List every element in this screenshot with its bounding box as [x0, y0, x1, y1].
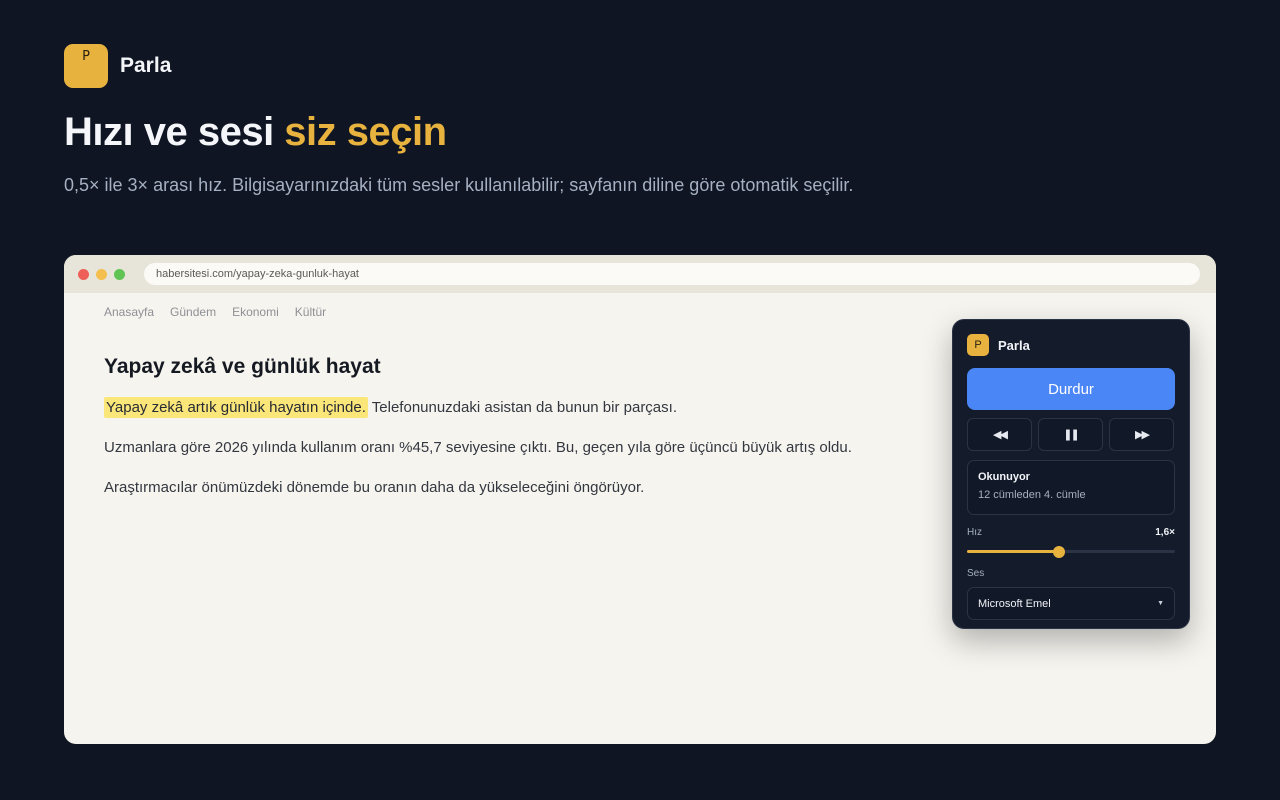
voice-select[interactable]: Microsoft Emel ▼ — [967, 587, 1175, 620]
speed-row: Hız 1,6× — [967, 527, 1175, 538]
rewind-icon[interactable]: ◀◀ — [967, 418, 1032, 451]
speed-value: 1,6× — [1155, 527, 1175, 538]
brand-logo: P — [64, 44, 108, 88]
article-title: Yapay zekâ ve günlük hayat — [104, 355, 381, 378]
hero-title-plain: Hızı ve sesi — [64, 110, 285, 154]
nav-link-economy[interactable]: Ekonomi — [232, 305, 279, 319]
article-paragraph-3: Araştırmacılar önümüzdeki dönemde bu ora… — [104, 479, 645, 496]
panel-header: P Parla — [967, 334, 1175, 356]
pause-icon[interactable]: ❚❚ — [1038, 418, 1103, 451]
highlighted-sentence: Yapay zekâ artık günlük hayatın içinde. — [104, 397, 368, 418]
browser-toolbar: habersitesi.com/yapay-zeka-gunluk-hayat — [64, 255, 1216, 293]
forward-icon[interactable]: ▶▶ — [1109, 418, 1174, 451]
panel-title: Parla — [998, 337, 1030, 353]
site-nav: Anasayfa Gündem Ekonomi Kültür — [104, 305, 326, 319]
article-paragraph-2: Uzmanlara göre 2026 yılında kullanım ora… — [104, 439, 852, 456]
hero-subtitle: 0,5× ile 3× arası hız. Bilgisayarınızdak… — [64, 175, 854, 195]
nav-link-culture[interactable]: Kültür — [295, 305, 326, 319]
article: Yapay zekâ ve günlük hayat Yapay zekâ ar… — [104, 355, 904, 517]
brand: P Parla — [64, 44, 171, 88]
nav-link-agenda[interactable]: Gündem — [170, 305, 216, 319]
address-bar[interactable]: habersitesi.com/yapay-zeka-gunluk-hayat — [144, 263, 1200, 285]
reading-status: Okunuyor 12 cümleden 4. cümle — [967, 460, 1175, 515]
brand-name: Parla — [120, 54, 172, 77]
article-paragraph-1: Yapay zekâ artık günlük hayatın içinde. … — [104, 397, 904, 419]
slider-fill — [967, 550, 1059, 553]
paragraph-1-rest: Telefonunuzdaki asistan da bunun bir par… — [367, 399, 677, 416]
status-title: Okunuyor — [978, 471, 1030, 483]
playback-controls: ◀◀ ❚❚ ▶▶ — [967, 418, 1175, 451]
status-text: 12 cümleden 4. cümle — [978, 489, 1086, 501]
minimize-window-dot[interactable] — [96, 268, 107, 280]
hero-title: Hızı ve sesi siz seçin — [64, 110, 447, 155]
maximize-window-dot[interactable] — [114, 268, 125, 280]
speed-slider[interactable] — [967, 546, 1175, 558]
panel-logo: P — [967, 334, 989, 356]
hero-title-accent: siz seçin — [284, 110, 447, 154]
reader-panel: P Parla Durdur ◀◀ ❚❚ ▶▶ Okunuyor 12 cüml… — [952, 319, 1190, 629]
stop-button[interactable]: Durdur — [967, 368, 1175, 410]
speed-label: Hız — [967, 527, 982, 538]
voice-selected: Microsoft Emel — [978, 597, 1051, 610]
voice-label: Ses — [967, 568, 985, 579]
caret-down-icon: ▼ — [1157, 600, 1164, 607]
slider-thumb[interactable] — [1052, 546, 1065, 558]
close-window-dot[interactable] — [78, 268, 89, 280]
nav-link-home[interactable]: Anasayfa — [104, 305, 154, 319]
browser-window: habersitesi.com/yapay-zeka-gunluk-hayat … — [64, 255, 1216, 744]
